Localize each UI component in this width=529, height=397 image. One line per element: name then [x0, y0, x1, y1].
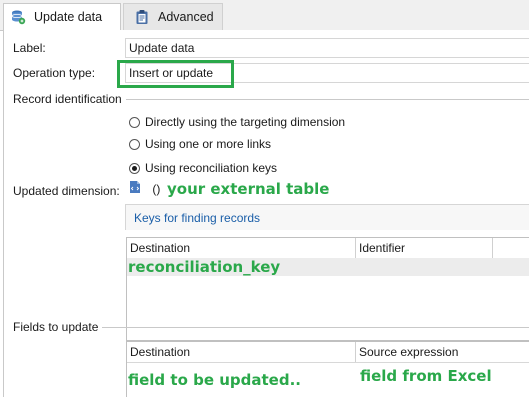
keys-for-finding-records-link[interactable]: Keys for finding records: [134, 211, 260, 225]
schema-file-icon: [129, 180, 141, 199]
section-divider: [125, 98, 529, 100]
update-data-panel: Label: Update data Operation type: Inser…: [3, 30, 529, 397]
radio-label: Using reconciliation keys: [145, 161, 278, 175]
column-divider: [492, 238, 493, 258]
radio-button[interactable]: [129, 116, 140, 128]
tab-update-data[interactable]: Update data: [3, 3, 121, 31]
tab-label: Advanced: [158, 10, 214, 24]
column-destination[interactable]: Destination: [128, 238, 190, 258]
radio-reconciliation-keys[interactable]: Using reconciliation keys: [129, 161, 277, 175]
fields-to-update-section: Fields to update: [13, 320, 529, 334]
operation-type-caption: Operation type:: [13, 66, 96, 80]
tab-bar: Update data Advanced: [0, 0, 529, 31]
annotation-reconciliation-key: reconciliation_key: [128, 258, 281, 276]
column-identifier[interactable]: Identifier: [357, 238, 405, 258]
column-divider: [355, 238, 356, 258]
record-identification-section: Record identification: [13, 92, 529, 106]
label-input[interactable]: Update data: [125, 38, 529, 58]
fields-table-header: Destination Source expression: [127, 342, 529, 363]
record-identification-title: Record identification: [13, 92, 122, 106]
radio-button-selected[interactable]: [129, 162, 140, 174]
annotation-field-to-be-updated: field to be updated..: [128, 371, 301, 389]
tab-advanced[interactable]: Advanced: [123, 3, 223, 30]
database-icon: [10, 9, 26, 25]
label-caption: Label:: [13, 41, 46, 55]
radio-targeting-dimension[interactable]: Directly using the targeting dimension: [129, 115, 345, 129]
fields-to-update-title: Fields to update: [13, 320, 99, 334]
clipboard-icon: [134, 9, 150, 25]
highlight-box: [117, 60, 234, 88]
radio-label: Using one or more links: [145, 137, 272, 151]
tab-label: Update data: [34, 10, 103, 24]
keys-toolbar: Keys for finding records: [125, 204, 529, 230]
column-source-expression[interactable]: Source expression: [357, 342, 458, 362]
updated-dimension-value: (): [152, 182, 161, 196]
column-destination[interactable]: Destination: [128, 342, 190, 362]
column-divider: [355, 342, 356, 362]
radio-button[interactable]: [129, 138, 140, 150]
radio-label: Directly using the targeting dimension: [145, 115, 346, 129]
annotation-external-table: your external table: [167, 180, 330, 198]
section-divider: [102, 326, 529, 328]
radio-links[interactable]: Using one or more links: [129, 137, 271, 151]
annotation-field-from-excel: field from Excel: [360, 367, 492, 385]
updated-dimension-caption: Updated dimension:: [13, 184, 120, 198]
keys-table-header: Destination Identifier: [127, 238, 529, 259]
